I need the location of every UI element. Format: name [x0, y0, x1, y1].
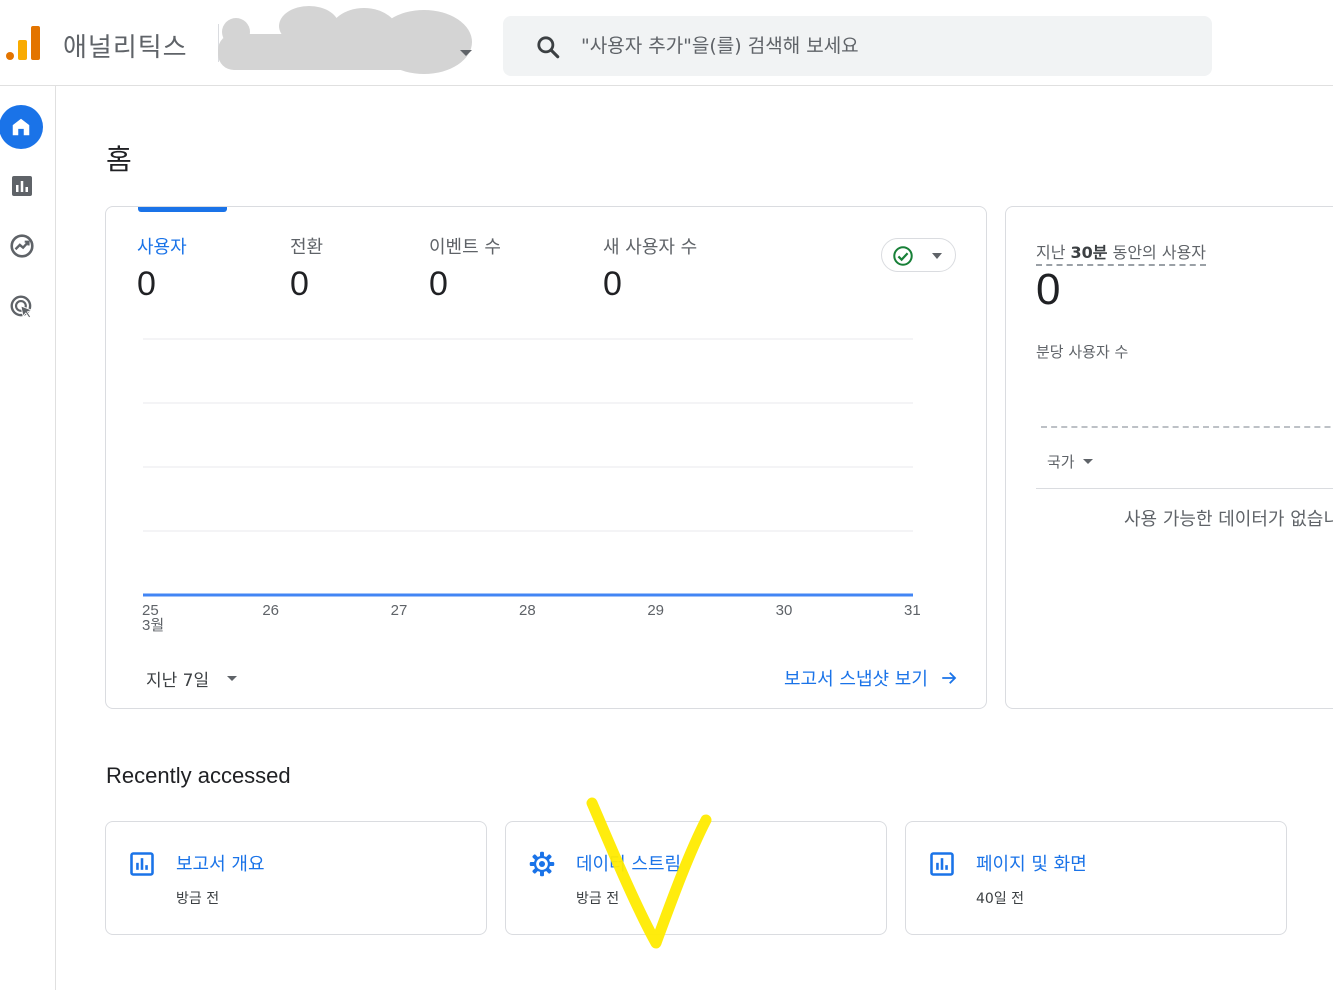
recent-item-time: 방금 전: [576, 891, 620, 907]
recent-item-title: 데이터 스트림: [576, 854, 682, 875]
x-tick-label: 29: [647, 602, 664, 619]
recent-item-time: 40일 전: [976, 891, 1025, 907]
nav-home[interactable]: [0, 105, 43, 149]
realtime-sparkline: [1041, 426, 1333, 428]
recent-item-title: 페이지 및 화면: [976, 854, 1087, 875]
bar-chart-icon: [930, 852, 954, 876]
x-month-label: 3월: [142, 617, 164, 634]
recently-accessed-title: Recently accessed: [106, 763, 291, 788]
gear-icon: [529, 851, 555, 877]
left-nav: [0, 86, 56, 990]
realtime-card: 지난 30분 동안의 사용자 0 분당 사용자 수 국가 사용 가능한 데이터가…: [1005, 206, 1333, 709]
explore-icon: [10, 234, 34, 258]
chevron-down-icon: [1082, 459, 1093, 464]
app-title: 애널리틱스: [63, 33, 188, 63]
realtime-divider: [1036, 488, 1333, 489]
date-range-dropdown[interactable]: 지난 7일: [146, 663, 238, 693]
realtime-title-prefix: 지난: [1036, 243, 1071, 262]
page-title: 홈: [106, 143, 132, 176]
x-tick-label: 31: [904, 602, 921, 619]
realtime-value: 0: [1036, 265, 1061, 314]
x-tick-label: 27: [391, 602, 408, 619]
account-selector[interactable]: [214, 4, 476, 80]
no-data-message: 사용 가능한 데이터가 없습니다: [1124, 509, 1333, 530]
realtime-title-suffix: 동안의 사용자: [1107, 243, 1207, 262]
top-app-bar: 애널리틱스: [0, 0, 1333, 86]
view-report-snapshot-link[interactable]: 보고서 스냅샷 보기: [784, 663, 958, 693]
realtime-title-bold: 30분: [1070, 243, 1108, 262]
overview-card: 사용자 0 전환 0 이벤트 수 0 새 사용자 수 0 25 26 27 28 29 3…: [105, 206, 987, 709]
x-tick-label: 30: [776, 602, 793, 619]
search-icon: [537, 36, 560, 59]
target-cursor-icon: [10, 295, 33, 319]
nav-explore[interactable]: [0, 224, 44, 268]
dimension-dropdown[interactable]: 국가: [1047, 451, 1093, 472]
recent-item-time: 방금 전: [176, 891, 220, 907]
recent-item-data-streams[interactable]: 데이터 스트림 방금 전: [505, 821, 887, 935]
x-tick-label: 28: [519, 602, 536, 619]
bar-chart-icon: [12, 176, 32, 196]
recent-item-pages-screens[interactable]: 페이지 및 화면 40일 전: [905, 821, 1287, 935]
nav-advertising[interactable]: [0, 285, 44, 329]
account-caret-icon[interactable]: [460, 50, 472, 56]
chevron-down-icon: [227, 675, 238, 681]
snapshot-link-label: 보고서 스냅샷 보기: [784, 669, 928, 690]
bar-chart-icon: [130, 852, 154, 876]
realtime-title[interactable]: 지난 30분 동안의 사용자: [1036, 239, 1207, 266]
analytics-logo-icon[interactable]: [6, 26, 40, 64]
search-bar[interactable]: [503, 16, 1212, 76]
search-input[interactable]: [581, 28, 1181, 64]
recent-item-reports-overview[interactable]: 보고서 개요 방금 전: [105, 821, 487, 935]
recent-item-title: 보고서 개요: [176, 854, 265, 875]
users-line-chart: 25 26 27 28 29 30 313월: [142, 338, 921, 634]
dimension-label: 국가: [1047, 453, 1075, 471]
home-icon: [12, 118, 30, 136]
realtime-subtitle: 분당 사용자 수: [1036, 343, 1129, 361]
nav-reports[interactable]: [0, 164, 44, 208]
x-tick-label: 26: [262, 602, 279, 619]
date-range-label: 지난 7일: [146, 670, 210, 691]
arrow-right-icon: [942, 672, 957, 684]
